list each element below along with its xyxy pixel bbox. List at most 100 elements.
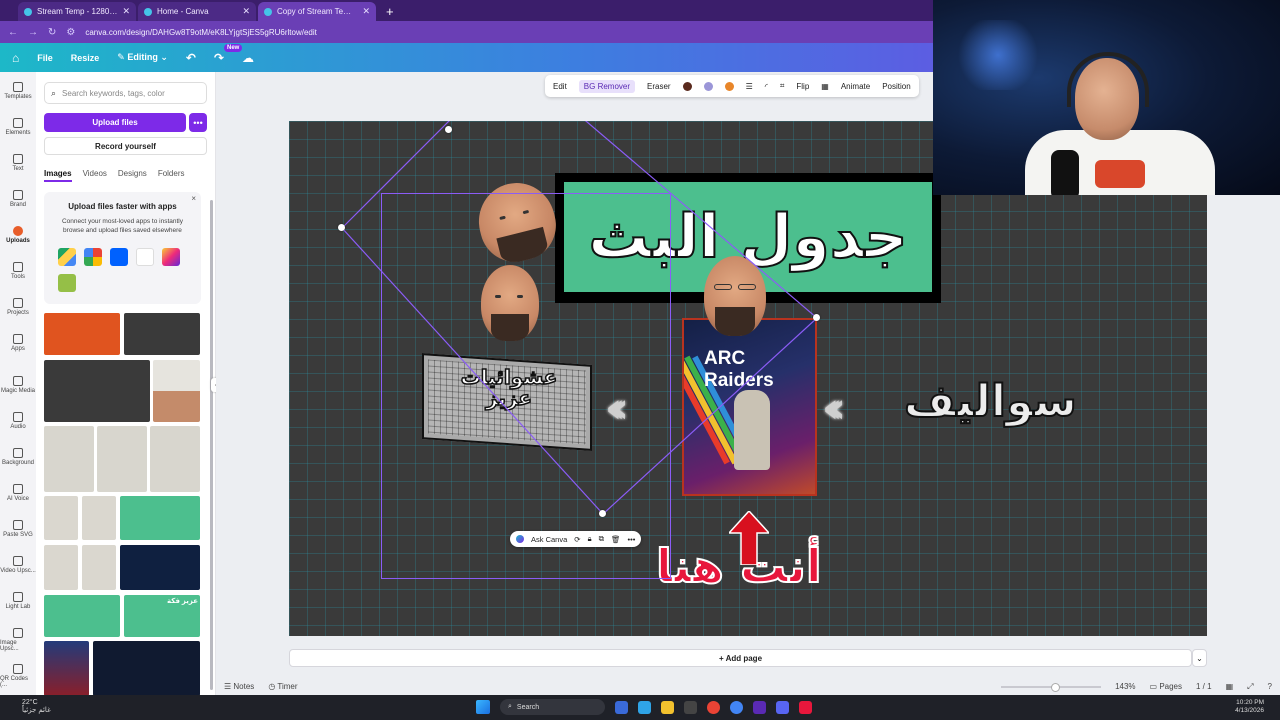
panel-scrollbar[interactable]: [210, 200, 213, 690]
close-tab-icon[interactable]: ✕: [122, 6, 130, 17]
upload-thumbnail[interactable]: [44, 313, 120, 355]
chevrons-graphic[interactable]: ‹‹‹: [822, 383, 846, 432]
reload-icon[interactable]: ↻: [48, 27, 56, 38]
rail-item-tools[interactable]: Tools: [0, 262, 36, 280]
weather-widget[interactable]: 22°C غائم جزئياً: [22, 699, 51, 716]
close-icon[interactable]: ×: [191, 194, 196, 203]
upload-thumbnail[interactable]: [124, 313, 200, 355]
resize-handle[interactable]: [445, 126, 452, 133]
pages-button[interactable]: ▭ Pages: [1150, 682, 1182, 691]
rail-item-text[interactable]: Text: [0, 154, 36, 172]
upload-thumbnail[interactable]: عزيز فكة: [124, 595, 200, 637]
eraser-button[interactable]: Eraser: [647, 82, 671, 91]
transparency-icon[interactable]: ▦: [821, 82, 829, 91]
upload-thumbnail[interactable]: [44, 545, 78, 590]
rail-item-magic-media[interactable]: Magic Media: [0, 376, 36, 394]
rail-item-light-lab[interactable]: Light Lab: [0, 592, 36, 610]
dropbox-icon[interactable]: [110, 248, 128, 266]
grid-view-icon[interactable]: ▦: [1226, 682, 1234, 691]
corner-rounding-icon[interactable]: ◜: [765, 82, 768, 91]
upload-more-button[interactable]: •••: [189, 113, 207, 132]
upload-thumbnail[interactable]: [44, 496, 78, 540]
google-photos-icon[interactable]: [84, 248, 102, 266]
rail-item-video-upscaler[interactable]: Video Upsc...: [0, 556, 36, 574]
upload-thumbnail[interactable]: [44, 360, 150, 422]
help-icon[interactable]: ?: [1268, 682, 1272, 691]
app-icon[interactable]: [684, 700, 697, 714]
position-button[interactable]: Position: [882, 82, 910, 91]
rail-item-projects[interactable]: Projects: [0, 298, 36, 316]
upload-thumbnail[interactable]: [120, 545, 200, 590]
flip-button[interactable]: Flip: [796, 82, 809, 91]
rail-item-paste-svg[interactable]: Paste SVG: [0, 520, 36, 538]
adobe-illustrator-icon[interactable]: [799, 700, 812, 714]
upload-thumbnail[interactable]: [44, 595, 120, 637]
rail-item-apps[interactable]: Apps: [0, 334, 36, 352]
shopify-icon[interactable]: [58, 274, 76, 292]
upload-thumbnail[interactable]: [93, 641, 200, 695]
rail-item-background[interactable]: Background: [0, 448, 36, 466]
design-canvas[interactable]: جدول البث ARC Raiders عشوائيات عزيز ‹‹‹ …: [289, 121, 1207, 636]
taskbar-search[interactable]: ⌕ Search: [500, 699, 605, 715]
bg-remover-button[interactable]: BG Remover: [578, 79, 636, 93]
upload-thumbnail[interactable]: [120, 496, 200, 540]
close-tab-icon[interactable]: ✕: [242, 6, 250, 17]
file-menu[interactable]: File: [37, 53, 53, 63]
back-icon[interactable]: ←: [8, 27, 18, 38]
zoom-slider[interactable]: [1001, 682, 1102, 692]
obs-icon[interactable]: [753, 700, 766, 714]
discord-icon[interactable]: [776, 700, 789, 714]
refresh-icon[interactable]: ⟳: [574, 535, 580, 544]
upload-thumbnail[interactable]: [150, 426, 200, 492]
file-explorer-icon[interactable]: [661, 700, 674, 714]
close-tab-icon[interactable]: ✕: [362, 6, 370, 17]
more-options-icon[interactable]: •••: [627, 535, 635, 544]
upload-thumbnail[interactable]: [153, 360, 200, 422]
ask-canva-button[interactable]: Ask Canva: [531, 535, 567, 544]
resize-button[interactable]: Resize: [71, 53, 100, 63]
notes-button[interactable]: ☰ Notes: [224, 682, 254, 691]
record-yourself-button[interactable]: Record yourself: [44, 137, 207, 155]
url-text[interactable]: canva.com/design/DAHGw8T9otM/eK8LYjgtSjE…: [85, 28, 317, 37]
site-info-icon[interactable]: ⚙: [66, 27, 75, 38]
duplicate-icon[interactable]: ⧉: [599, 534, 604, 544]
instagram-icon[interactable]: [162, 248, 180, 266]
fullscreen-icon[interactable]: ⤢: [1247, 682, 1253, 692]
upload-thumbnail[interactable]: [82, 496, 116, 540]
upload-thumbnail[interactable]: [44, 641, 89, 695]
rail-item-uploads[interactable]: Uploads: [0, 226, 36, 244]
delete-icon[interactable]: 🗑︎: [611, 535, 621, 544]
crop-icon[interactable]: ⌗: [780, 81, 785, 91]
animate-button[interactable]: Animate: [841, 82, 870, 91]
home-icon[interactable]: ⌂: [12, 51, 19, 65]
google-drive-icon[interactable]: [58, 248, 76, 266]
browser-tab[interactable]: Home - Canva ✕: [138, 2, 256, 21]
rail-item-elements[interactable]: Elements: [0, 118, 36, 136]
rail-item-image-upscaler[interactable]: Image Upsc...: [0, 628, 36, 652]
windows-start-icon[interactable]: [476, 700, 490, 714]
tab-images[interactable]: Images: [44, 169, 72, 182]
box-icon[interactable]: [136, 248, 154, 266]
color-swatch[interactable]: [724, 81, 734, 91]
tab-videos[interactable]: Videos: [83, 169, 107, 182]
search-box[interactable]: ⌕: [44, 82, 207, 104]
task-view-icon[interactable]: [615, 700, 628, 714]
upload-thumbnail[interactable]: [44, 426, 94, 492]
upload-files-button[interactable]: Upload files: [44, 113, 186, 132]
chrome-icon[interactable]: [707, 700, 720, 714]
forward-icon[interactable]: →: [28, 27, 38, 38]
system-clock[interactable]: 10:20 PM 4/13/2026: [1235, 699, 1264, 715]
topics-text[interactable]: سواليف: [903, 375, 1078, 428]
upload-thumbnail[interactable]: [82, 545, 116, 590]
resize-handle[interactable]: [599, 510, 606, 517]
edit-button[interactable]: Edit: [553, 82, 567, 91]
redo-icon[interactable]: ↷: [214, 51, 224, 65]
upload-thumbnail[interactable]: [97, 426, 147, 492]
face-sticker[interactable]: [704, 256, 766, 336]
lock-icon[interactable]: 🔒︎: [588, 534, 592, 544]
tab-folders[interactable]: Folders: [158, 169, 185, 182]
search-input[interactable]: [62, 88, 203, 98]
timer-button[interactable]: ◷ Timer: [268, 682, 297, 691]
cloud-save-icon[interactable]: ☁: [242, 51, 254, 65]
rail-item-audio[interactable]: Audio: [0, 412, 36, 430]
